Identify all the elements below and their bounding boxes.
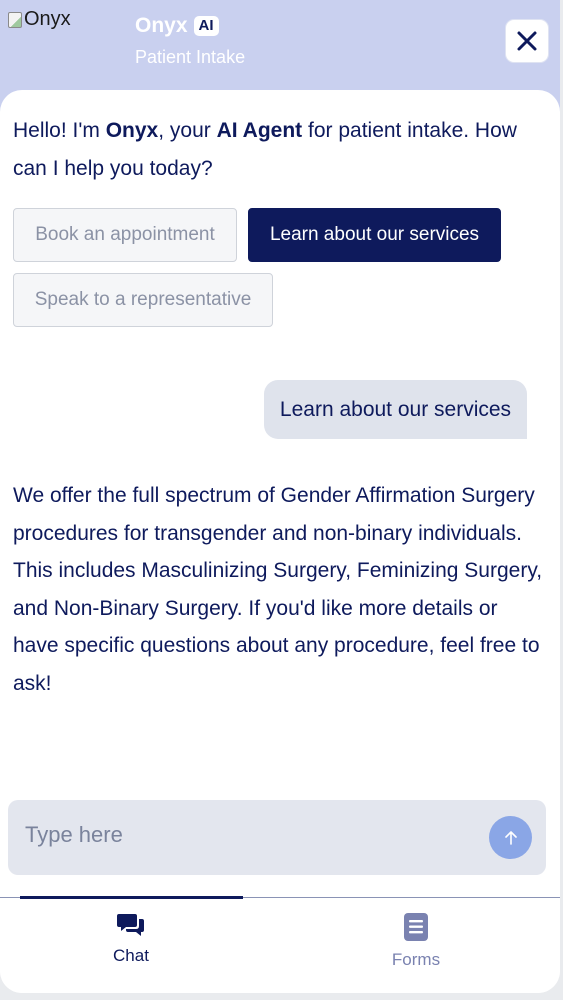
active-tab-indicator xyxy=(20,896,243,899)
quick-reply-book-appointment[interactable]: Book an appointment xyxy=(13,208,237,262)
logo-image: Onyx xyxy=(8,8,71,31)
chat-area: Hello! I'm Onyx, your AI Agent for patie… xyxy=(0,90,560,898)
broken-image-icon xyxy=(8,11,22,28)
message-composer xyxy=(8,800,546,875)
bottom-tab-bar: Chat Forms xyxy=(0,896,560,993)
message-input[interactable] xyxy=(25,822,465,848)
ai-badge: AI xyxy=(193,16,219,36)
tab-chat-label: Chat xyxy=(113,946,149,965)
chat-bubbles-icon xyxy=(117,914,144,936)
bot-reply-message: We offer the full spectrum of Gender Aff… xyxy=(13,484,543,695)
quick-reply-speak-representative[interactable]: Speak to a representative xyxy=(13,273,273,327)
arrow-up-icon xyxy=(504,830,517,845)
close-icon xyxy=(517,31,537,51)
tab-forms-label: Forms xyxy=(391,950,441,969)
greeting-bold-role: AI Agent xyxy=(216,119,303,142)
send-button[interactable] xyxy=(489,816,532,859)
close-button[interactable] xyxy=(506,20,548,62)
header-subtitle: Patient Intake xyxy=(135,47,246,67)
greeting-text: Hello! I'm xyxy=(13,119,106,142)
user-message-bubble: Learn about our services xyxy=(264,380,527,439)
greeting-bold-name: Onyx xyxy=(105,119,159,142)
greeting-text: , your xyxy=(158,119,217,142)
document-icon xyxy=(404,913,428,941)
tab-chat[interactable]: Chat xyxy=(51,912,211,966)
brand-name: Onyx xyxy=(135,14,188,37)
bot-greeting-message: Hello! I'm Onyx, your AI Agent for patie… xyxy=(13,112,543,187)
tab-forms[interactable]: Forms xyxy=(336,912,496,970)
quick-reply-learn-services[interactable]: Learn about our services xyxy=(248,208,501,262)
logo-alt-text: Onyx xyxy=(24,8,71,30)
brand-row: Onyx AI xyxy=(135,14,219,38)
chat-widget: Onyx Onyx AI Patient Intake Hello! I'm O… xyxy=(0,0,560,993)
